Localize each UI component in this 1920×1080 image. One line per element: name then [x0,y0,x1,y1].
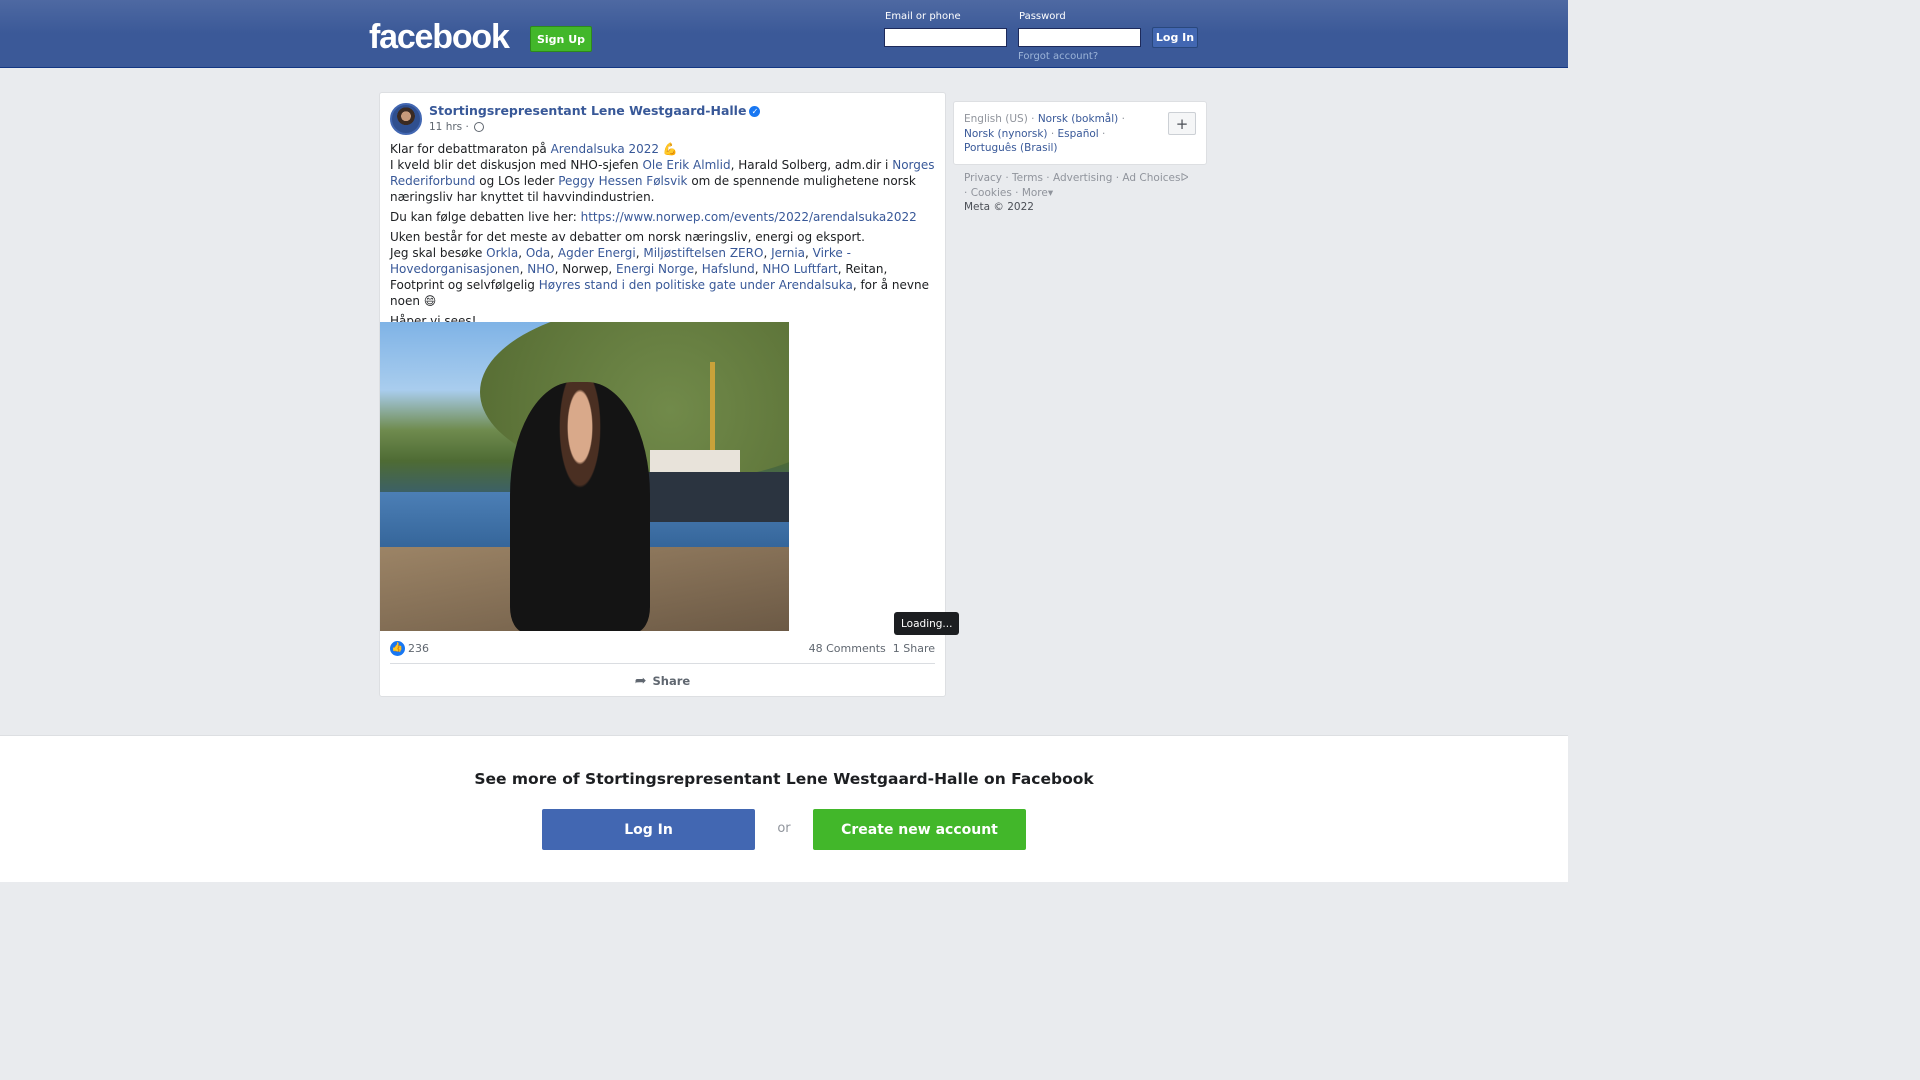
language-norsk-nynorsk[interactable]: Norsk (nynorsk) [964,128,1048,140]
facebook-logo[interactable]: facebook [369,18,510,57]
more-languages-button[interactable]: + [1168,112,1196,135]
text: , Harald Solberg, adm.dir i [730,158,893,172]
verified-badge-icon: ✓ [749,106,761,117]
text: Du kan følge debatten live her: [390,210,581,224]
caret-down-icon: ▾ [1047,186,1054,199]
link-hoyres-stand[interactable]: Høyres stand i den politiske gate under … [539,278,853,292]
sep: , [518,246,526,260]
footer-link-privacy[interactable]: Privacy [964,172,1002,184]
engagement-counts: 48 Comments 1 Share [809,641,935,656]
post-text: Klar for debattmaraton på Arendalsuka 20… [390,141,935,333]
copyright: Meta © 2022 [964,201,1034,213]
like-reaction-icon[interactable]: 👍 [390,641,405,656]
email-field[interactable] [884,28,1007,47]
link-norwep-url[interactable]: https://www.norwep.com/events/2022/arend… [581,210,917,224]
post-meta: 11 hrs · [429,121,485,133]
text: I kveld blir det diskusjon med NHO-sjefe… [390,158,643,172]
language-portugues[interactable]: Português (Brasil) [964,142,1058,154]
sep: , [550,246,558,260]
avatar[interactable] [390,103,422,135]
text: Jeg skal besøke [390,246,487,260]
photo-person [510,382,650,631]
link-ole-erik-almlid[interactable]: Ole Erik Almlid [642,158,730,172]
link-arendalsuka[interactable]: Arendalsuka 2022 [551,142,659,156]
login-button[interactable]: Log In [1152,27,1198,48]
ad-choices-icon: ᐅ [1180,172,1189,184]
footer-link-advertising[interactable]: Advertising [1053,172,1112,184]
post-paragraph-3: Uken består for det meste av debatter om… [390,229,935,309]
footer-link-terms[interactable]: Terms [1012,172,1043,184]
footer-links: Privacy · Terms · Advertising · Ad Choic… [964,172,1189,213]
sep: , [763,246,772,260]
text: og LOs leder [475,174,559,188]
divider [390,663,935,664]
language-current: English (US) [964,113,1028,125]
post-time[interactable]: 11 hrs [429,121,462,133]
footer-link-ad-choices[interactable]: Ad Choices [1122,172,1180,184]
link-hafslund[interactable]: Hafslund [702,262,755,276]
globe-icon [474,122,485,132]
banner-login-button[interactable]: Log In [542,809,755,850]
share-label: Share [652,674,691,688]
link-nho[interactable]: NHO [527,262,554,276]
post-photo[interactable] [380,322,789,631]
link-oda[interactable]: Oda [526,246,550,260]
shares-count[interactable]: 1 Share [893,642,935,655]
post-paragraph-2: Du kan følge debatten live her: https://… [390,209,935,225]
link-orkla[interactable]: Orkla [486,246,518,260]
language-norsk-bokmal[interactable]: Norsk (bokmål) [1038,113,1118,125]
text: , Norwep, [554,262,616,276]
post-paragraph-1: Klar for debattmaraton på Arendalsuka 20… [390,141,935,205]
language-list: English (US) · Norsk (bokmål) · Norsk (n… [964,113,1125,154]
post-author-name[interactable]: Stortingsrepresentant Lene Westgaard-Hal… [429,103,746,118]
forgot-account-link[interactable]: Forgot account? [1018,51,1098,62]
password-field[interactable] [1018,28,1141,47]
password-label: Password [1019,11,1066,22]
link-peggy-hessen-folsvik[interactable]: Peggy Hessen Følsvik [558,174,687,188]
login-prompt-banner: See more of Stortingsrepresentant Lene W… [0,735,1568,882]
share-icon: ➦ [634,673,647,689]
text: Uken består for det meste av debatter om… [390,230,865,244]
link-agder-energi[interactable]: Agder Energi [558,246,636,260]
top-bar: facebook Sign Up Email or phone Password… [0,0,1568,68]
banner-title: See more of Stortingsrepresentant Lene W… [474,770,1094,788]
photo-ship-cabin [650,450,740,474]
footer-link-more[interactable]: More [1022,187,1048,199]
post-card: Stortingsrepresentant Lene Westgaard-Hal… [379,92,960,697]
language-espanol[interactable]: Español [1058,128,1099,140]
sep: , [694,262,702,276]
link-energi-norge[interactable]: Energi Norge [616,262,694,276]
create-account-button[interactable]: Create new account [813,809,1026,850]
emoji-text: 💪 [659,142,678,156]
loading-tooltip: Loading... [894,612,960,635]
sign-up-button[interactable]: Sign Up [530,26,592,52]
reaction-count[interactable]: 236 [408,641,429,656]
sep: , [805,246,813,260]
footer-link-cookies[interactable]: Cookies [971,187,1012,199]
post-author[interactable]: Stortingsrepresentant Lene Westgaard-Hal… [429,103,761,118]
email-label: Email or phone [885,11,961,22]
link-nho-luftfart[interactable]: NHO Luftfart [762,262,837,276]
link-jernia[interactable]: Jernia [771,246,805,260]
share-button[interactable]: ➦ Share [390,669,935,693]
comments-count[interactable]: 48 Comments [809,642,886,655]
banner-or-text: or [777,821,791,836]
language-box: English (US) · Norsk (bokmål) · Norsk (n… [953,101,1207,165]
text: Klar for debattmaraton på [390,142,551,156]
link-miljostiftelsen-zero[interactable]: Miljøstiftelsen ZERO [643,246,763,260]
